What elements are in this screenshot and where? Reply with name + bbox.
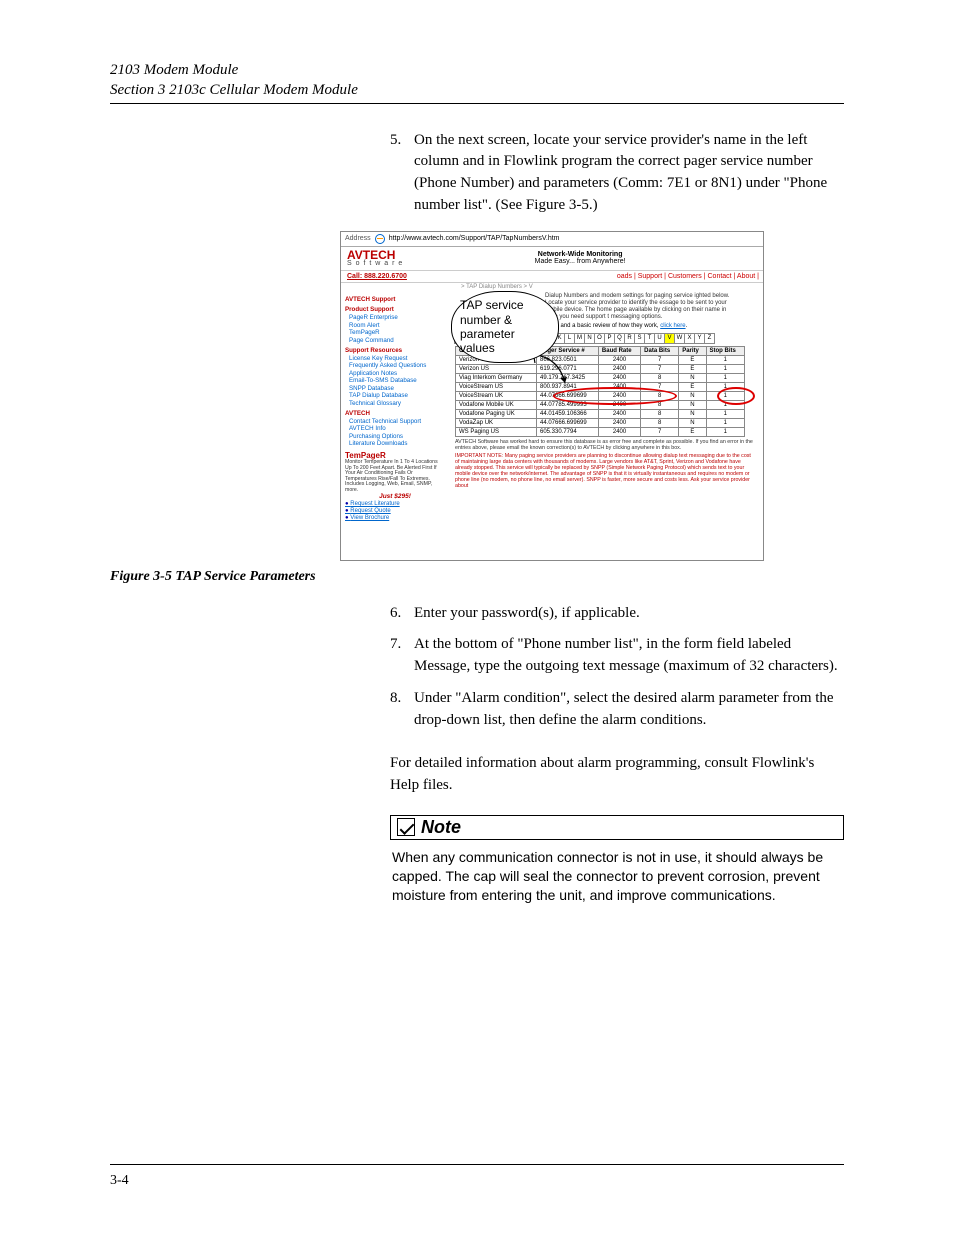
table-row: Verizon US619.296.077124007E1 (456, 364, 745, 373)
tagline: Network-Wide Monitoring Made Easy... fro… (403, 251, 757, 265)
table-row: WS Paging US605.330.779424007E1 (456, 427, 745, 436)
page-number: 3-4 (110, 1173, 129, 1189)
table-row: VodaZap UK44.07666.69969924008N1 (456, 418, 745, 427)
avtech-logo-sub: S o f t w a r e (347, 260, 403, 267)
instruction-list-a: 5. On the next screen, locate your servi… (390, 130, 844, 217)
footer-rule (110, 1164, 844, 1165)
breadcrumb: > TAP Dialup Numbers > V (341, 283, 763, 291)
step-text: On the next screen, locate your service … (414, 130, 844, 217)
footnote-1: AVTECH Software has worked hard to ensur… (455, 440, 753, 452)
site-header: AVTECH S o f t w a r e Network-Wide Moni… (341, 247, 763, 272)
note-body: When any communication connector is not … (390, 846, 844, 905)
header-line-1: 2103 Modem Module (110, 60, 844, 80)
table-row: VoiceStream US800.937.894124007E1 (456, 382, 745, 391)
address-bar: Address http://www.avtech.com/Support/TA… (341, 232, 763, 247)
closing-paragraph: For detailed information about alarm pro… (390, 753, 844, 797)
figure-caption: Figure 3-5 TAP Service Parameters (110, 569, 844, 585)
step-number: 5. (390, 130, 414, 217)
check-icon (397, 818, 415, 836)
callout-bubble: TAP service number & parameter values (451, 291, 559, 363)
header-line-2: Section 3 2103c Cellular Modem Module (110, 80, 844, 100)
main-content: TAP service number & parameter values Di… (449, 291, 763, 523)
intro-para: Dialup Numbers and modem settings for pa… (545, 293, 735, 321)
note-box: Note (390, 815, 844, 840)
footnote-2: IMPORTANT NOTE: Many paging service prov… (455, 454, 753, 489)
instruction-list-b: 6. Enter your password(s), if applicable… (390, 603, 844, 732)
running-header: 2103 Modem Module Section 3 2103c Cellul… (110, 60, 844, 104)
nav-row: Call: 888.220.6700 oads | Support | Cust… (341, 271, 763, 283)
call-number: Call: 888.220.6700 (341, 271, 439, 282)
note-title: Note (421, 817, 461, 838)
table-row: VoiceStream UK44.07666.69969924008N1 (456, 391, 745, 400)
address-label: Address (345, 235, 371, 242)
avtech-logo: AVTECH (347, 250, 403, 261)
ie-icon (375, 234, 385, 244)
sidebar: AVTECH Support Product Support PageR Ent… (341, 291, 449, 523)
table-row: Vodafone Paging UK44.01459.10636624008N1 (456, 409, 745, 418)
url-text: http://www.avtech.com/Support/TAP/TapNum… (389, 235, 560, 242)
table-row: Vodafone Mobile UK44.07785.49999324008N1 (456, 400, 745, 409)
nav-links: oads | Support | Customers | Contact | A… (439, 271, 763, 282)
table-row: Viag Interkom Germany49.179.767.34252400… (456, 373, 745, 382)
figure-3-5: Address http://www.avtech.com/Support/TA… (340, 231, 844, 561)
screenshot: Address http://www.avtech.com/Support/TA… (340, 231, 764, 561)
